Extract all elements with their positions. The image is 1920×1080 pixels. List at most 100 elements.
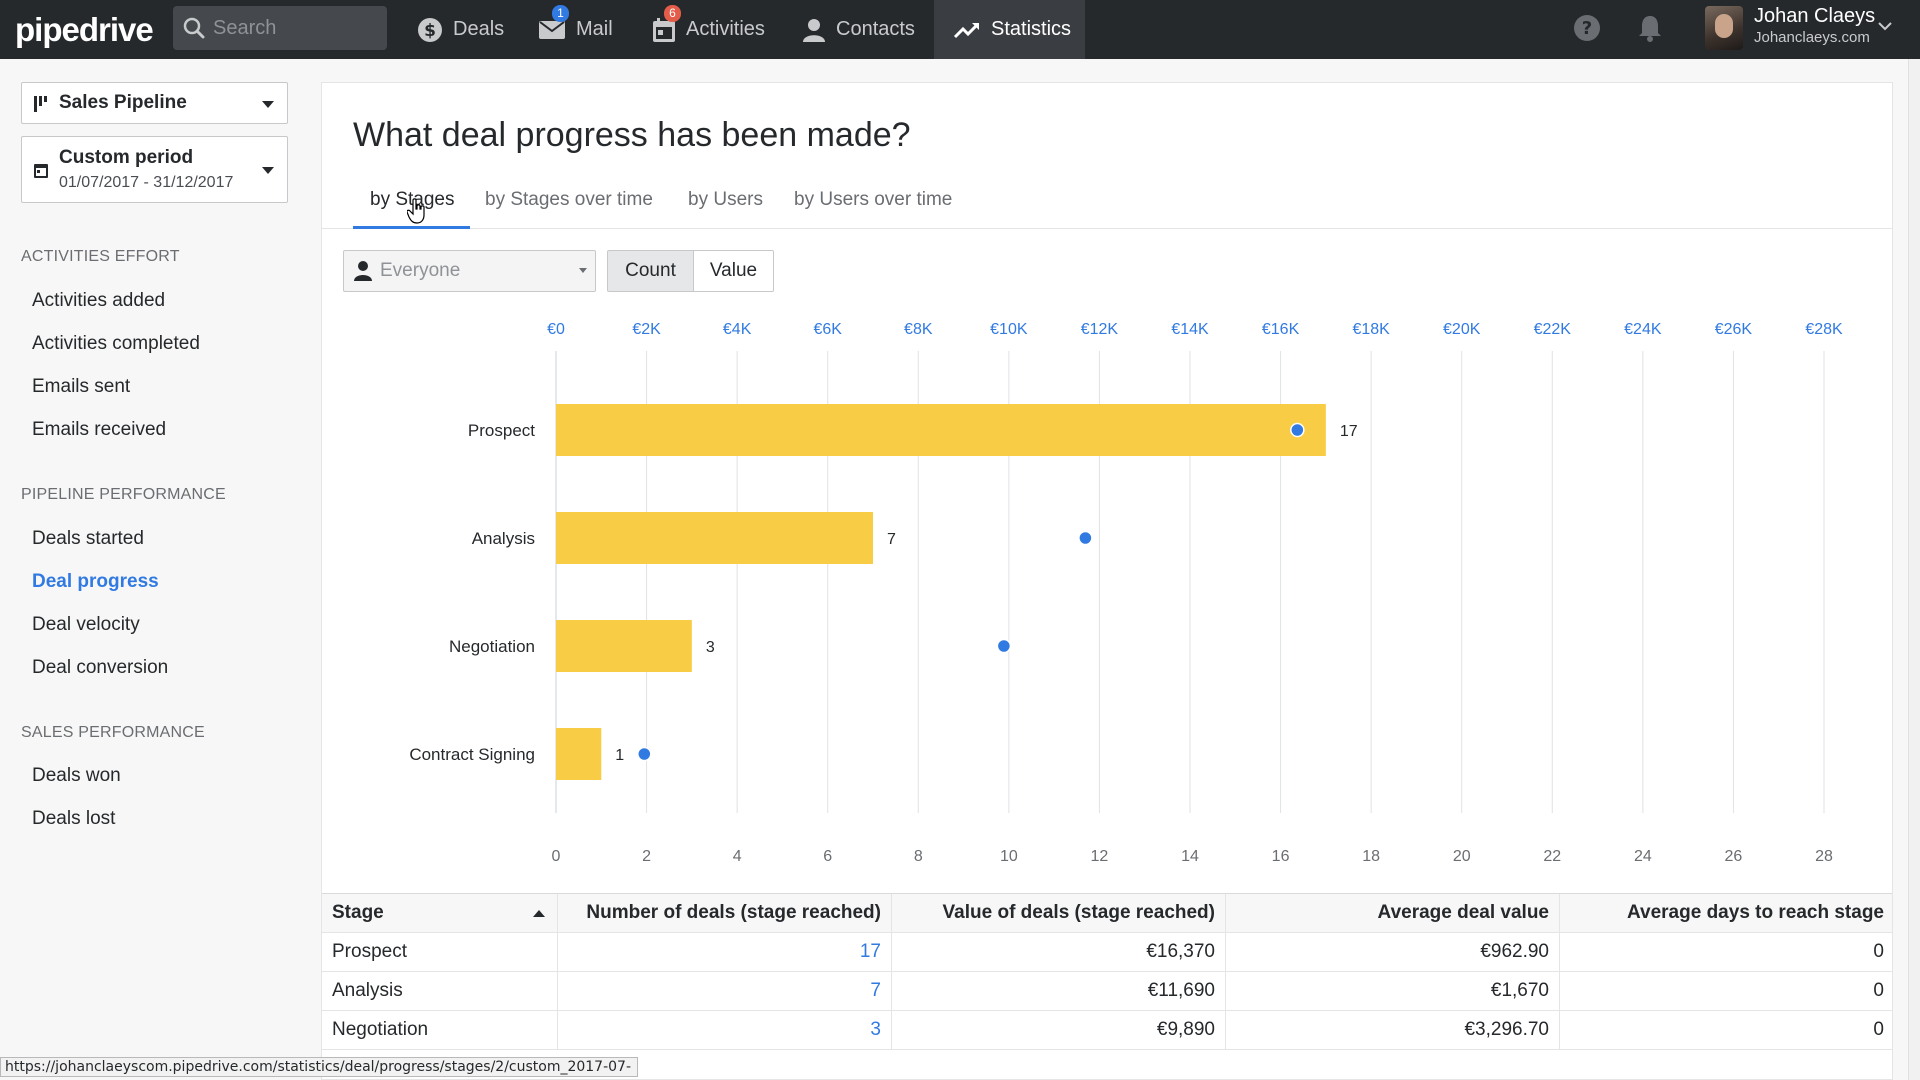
- average-value-cell: €1,670: [1226, 972, 1560, 1011]
- bell-icon[interactable]: [1637, 14, 1663, 42]
- nav-deals-label: Deals: [453, 18, 505, 40]
- value-dot: [637, 746, 652, 762]
- x-top-tick-label: €18K: [1352, 321, 1390, 338]
- stage-cell: Prospect: [322, 933, 558, 972]
- category-label: Contract Signing: [409, 745, 535, 764]
- sidebar-item-deal-velocity[interactable]: Deal velocity: [32, 614, 140, 636]
- category-label: Prospect: [468, 421, 535, 440]
- deals-value-cell: €11,690: [892, 972, 1226, 1011]
- sidebar-item-deal-progress[interactable]: Deal progress: [32, 571, 159, 593]
- value-dot: [1290, 422, 1305, 438]
- x-tick-label: 14: [1181, 848, 1199, 865]
- x-top-tick-label: €22K: [1534, 321, 1572, 338]
- column-header-average-days[interactable]: Average days to reach stage: [1560, 894, 1892, 933]
- sidebar-item-deals-won[interactable]: Deals won: [32, 765, 121, 787]
- bar-value-label: 3: [706, 639, 715, 656]
- x-tick-label: 0: [552, 848, 561, 865]
- bar-value-label: 1: [615, 747, 624, 764]
- status-bar-url: https://johanclaeyscom.pipedrive.com/sta…: [0, 1057, 638, 1077]
- search-input[interactable]: Search: [173, 6, 387, 50]
- nav-activities-label: Activities: [686, 18, 765, 40]
- column-header-value-of-deals[interactable]: Value of deals (stage reached): [892, 894, 1226, 933]
- average-days-cell: 0: [1873, 980, 1884, 1001]
- category-label: Analysis: [472, 529, 535, 548]
- value-dot: [1078, 530, 1093, 546]
- deal-progress-chart: 0 €0 2 €2K 4 €4K 6 €6K 8 €8K 10 €10K 12 €12K 14 €14K 16 €…: [409, 321, 1843, 865]
- stages-table: Stage Number of deals (stage reached) Va…: [322, 893, 1892, 1050]
- deals-count-link[interactable]: 17: [558, 933, 892, 972]
- x-top-tick-label: €12K: [1081, 321, 1119, 338]
- section-activities-effort: ACTIVITIES EFFORT: [21, 248, 180, 265]
- mail-badge: 1: [552, 5, 569, 22]
- average-days-cell: 0: [1873, 941, 1884, 962]
- x-tick-label: 6: [823, 848, 832, 865]
- user-name[interactable]: Johan Claeys: [1754, 5, 1875, 28]
- deals-value-cell: €9,890: [892, 1011, 1226, 1050]
- page-scrollbar[interactable]: [1908, 59, 1920, 1080]
- help-icon[interactable]: ?: [1573, 14, 1601, 42]
- sidebar-item-deals-lost[interactable]: Deals lost: [32, 808, 115, 830]
- table-row: Negotiation 3 €9,890 €3,296.70 0: [322, 1011, 1892, 1050]
- bar-value-label: 17: [1340, 423, 1358, 440]
- bar: [556, 620, 692, 672]
- user-company: Johanclaeys.com: [1754, 29, 1870, 46]
- deals-value-cell: €16,370: [892, 933, 1226, 972]
- section-pipeline-performance: PIPELINE PERFORMANCE: [21, 486, 226, 503]
- svg-text:$: $: [424, 21, 436, 41]
- x-top-tick-label: €4K: [723, 321, 752, 338]
- bar: [556, 512, 873, 564]
- x-tick-label: 20: [1453, 848, 1471, 865]
- period-title: Custom period: [59, 147, 194, 168]
- x-tick-label: 18: [1362, 848, 1380, 865]
- top-navigation-bar: pipedrive Search $ Deals Mail 1 Activiti…: [0, 0, 1920, 59]
- x-tick-label: 16: [1272, 848, 1290, 865]
- calendar-icon: [34, 164, 48, 178]
- sidebar-item-deal-conversion[interactable]: Deal conversion: [32, 657, 168, 679]
- deals-count-link[interactable]: 3: [558, 1011, 892, 1050]
- table-row: Analysis 7 €11,690 €1,670 0: [322, 972, 1892, 1011]
- x-tick-label: 26: [1725, 848, 1743, 865]
- section-sales-performance: SALES PERFORMANCE: [21, 724, 205, 741]
- activities-badge: 6: [664, 5, 681, 22]
- bar: [556, 404, 1326, 456]
- x-tick-label: 2: [642, 848, 651, 865]
- sidebar-item-emails-received[interactable]: Emails received: [32, 419, 166, 441]
- table-header-row: Stage Number of deals (stage reached) Va…: [322, 894, 1892, 933]
- sidebar-item-deals-started[interactable]: Deals started: [32, 528, 144, 550]
- chevron-down-icon[interactable]: [1877, 20, 1893, 32]
- dollar-icon: $: [418, 17, 442, 42]
- column-header-average-deal-value[interactable]: Average deal value: [1226, 894, 1560, 933]
- x-tick-label: 8: [914, 848, 923, 865]
- x-tick-label: 12: [1091, 848, 1109, 865]
- nav-mail[interactable]: Mail 1: [528, 0, 628, 59]
- column-header-number-of-deals[interactable]: Number of deals (stage reached): [558, 894, 892, 933]
- trending-icon: [953, 22, 980, 38]
- bar-value-label: 7: [887, 531, 896, 548]
- category-label: Negotiation: [449, 637, 535, 656]
- nav-deals[interactable]: $ Deals: [405, 0, 515, 59]
- x-top-tick-label: €26K: [1715, 321, 1753, 338]
- sidebar-item-activities-added[interactable]: Activities added: [32, 290, 165, 312]
- nav-activities[interactable]: Activities 6: [640, 0, 770, 59]
- column-header-stage[interactable]: Stage: [322, 894, 558, 933]
- x-top-tick-label: €24K: [1624, 321, 1662, 338]
- stage-cell: Negotiation: [322, 1011, 558, 1050]
- nav-statistics[interactable]: Statistics: [934, 0, 1085, 59]
- period-select[interactable]: Custom period 01/07/2017 - 31/12/2017: [21, 136, 288, 203]
- pipedrive-logo[interactable]: pipedrive: [15, 11, 175, 49]
- x-top-tick-label: €20K: [1443, 321, 1481, 338]
- stage-cell: Analysis: [322, 972, 558, 1011]
- average-value-cell: €962.90: [1226, 933, 1560, 972]
- nav-contacts[interactable]: Contacts: [790, 0, 930, 59]
- sort-ascending-icon: [533, 910, 545, 917]
- chevron-down-icon: [262, 167, 274, 174]
- sidebar-item-emails-sent[interactable]: Emails sent: [32, 376, 130, 398]
- average-days-cell: 0: [1873, 1019, 1884, 1040]
- user-avatar[interactable]: [1705, 6, 1743, 50]
- sidebar-item-activities-completed[interactable]: Activities completed: [32, 333, 200, 355]
- table-row: Prospect 17 €16,370 €962.90 0: [322, 933, 1892, 972]
- pipeline-select[interactable]: Sales Pipeline: [21, 82, 288, 124]
- x-top-tick-label: €10K: [990, 321, 1028, 338]
- deals-count-link[interactable]: 7: [558, 972, 892, 1011]
- x-tick-label: 28: [1815, 848, 1833, 865]
